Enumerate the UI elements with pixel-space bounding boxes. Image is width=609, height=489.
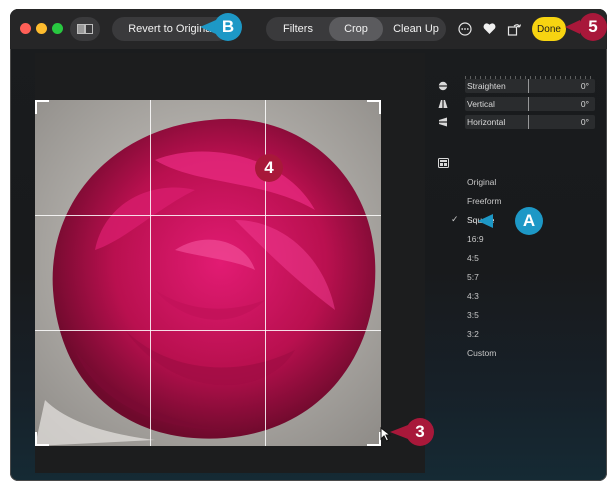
callout-pointers (200, 20, 580, 439)
callout-5: 5 (579, 13, 607, 41)
callout-5-pointer (565, 20, 580, 34)
callout-4: 4 (255, 154, 283, 182)
callout-3: 3 (406, 418, 434, 446)
callout-a: A (515, 207, 543, 235)
callout-a-pointer (478, 214, 493, 228)
callout-b: B (214, 13, 242, 41)
